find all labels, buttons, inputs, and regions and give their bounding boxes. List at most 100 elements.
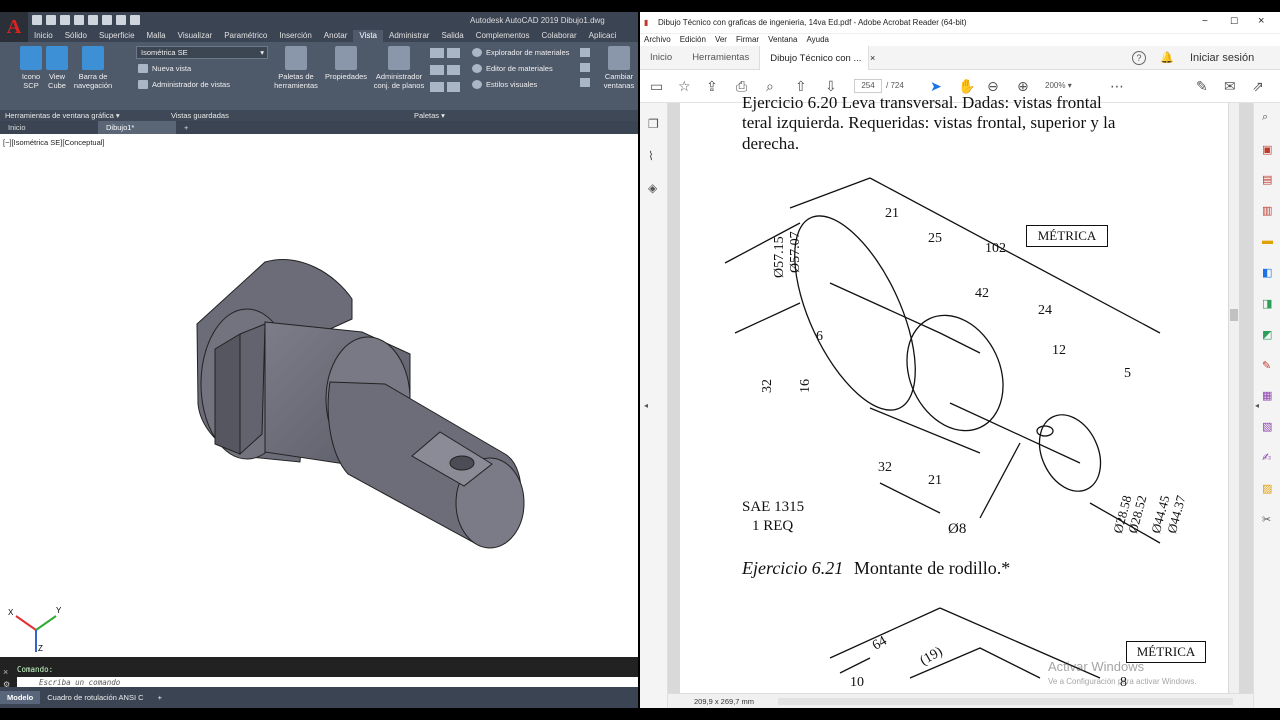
view-select-dropdown[interactable]: Isométrica SE ▾ bbox=[136, 46, 268, 59]
explorador-materiales-button[interactable]: Explorador de materiales bbox=[472, 48, 569, 57]
zoom-in-icon[interactable]: ⊕ bbox=[1017, 79, 1029, 93]
paletas-panel-label[interactable]: Paletas ▾ bbox=[414, 111, 445, 120]
collapse-left-icon[interactable]: ◂ bbox=[644, 401, 648, 410]
ribbon-tab-parametrico[interactable]: Paramétrico bbox=[218, 30, 273, 42]
autocad-logo-icon[interactable]: A bbox=[0, 12, 28, 42]
propiedades-button[interactable]: Propiedades bbox=[323, 46, 369, 81]
upload-icon[interactable]: ⇪ bbox=[706, 79, 718, 93]
sign-pen-icon[interactable]: ✎ bbox=[1196, 79, 1208, 93]
palette-icon-3[interactable] bbox=[430, 65, 444, 75]
admin-vistas-button[interactable]: Administrador de vistas bbox=[138, 80, 230, 89]
menu-archivo[interactable]: Archivo bbox=[644, 34, 671, 46]
add-layout-button[interactable]: + bbox=[151, 691, 169, 704]
zoom-search-icon[interactable]: ⌕ bbox=[766, 79, 774, 93]
redo-icon[interactable] bbox=[116, 15, 126, 25]
material-icon-3[interactable] bbox=[580, 78, 590, 87]
page-number-input[interactable]: 254 bbox=[854, 79, 882, 93]
ribbon-tab-salida[interactable]: Salida bbox=[435, 30, 469, 42]
drawing-viewport[interactable]: [−][Isométrica SE][Conceptual] X Y Z bbox=[0, 134, 638, 657]
collapse-right-icon[interactable]: ◂ bbox=[1255, 401, 1259, 410]
compress-icon[interactable]: ◩ bbox=[1262, 328, 1272, 341]
hand-tool-icon[interactable]: ✋ bbox=[958, 79, 975, 93]
nav-bar-button[interactable]: Barra de navegación bbox=[72, 46, 114, 90]
next-page-icon[interactable]: ⇩ bbox=[825, 79, 837, 93]
cambiar-ventanas-button[interactable]: Cambiar ventanas bbox=[600, 46, 638, 90]
layout-tab-cuadro[interactable]: Cuadro de rotulación ANSI C bbox=[40, 691, 150, 704]
menu-ayuda[interactable]: Ayuda bbox=[806, 34, 829, 46]
organize-pages-icon[interactable]: ◨ bbox=[1262, 297, 1272, 310]
ribbon-tab-complementos[interactable]: Complementos bbox=[470, 30, 536, 42]
new-file-icon[interactable] bbox=[32, 15, 42, 25]
share-icon[interactable]: ⇗ bbox=[1252, 79, 1264, 93]
menu-edicion[interactable]: Edición bbox=[680, 34, 706, 46]
acro-tab-herramientas[interactable]: Herramientas bbox=[682, 46, 759, 70]
star-icon[interactable]: ☆ bbox=[678, 79, 691, 93]
sign-in-button[interactable]: Iniciar sesión bbox=[1190, 52, 1254, 64]
qat-dropdown-icon[interactable] bbox=[130, 15, 140, 25]
save-icon[interactable] bbox=[60, 15, 70, 25]
scrollbar-thumb[interactable] bbox=[1230, 309, 1238, 321]
protect-icon[interactable]: ▦ bbox=[1262, 389, 1272, 402]
fill-sign-icon[interactable]: ▧ bbox=[1262, 420, 1272, 433]
maximize-icon[interactable]: ☐ bbox=[1230, 16, 1238, 27]
signature-icon[interactable]: ✍ bbox=[1262, 451, 1271, 464]
edit-pdf-icon[interactable]: ✎ bbox=[1262, 359, 1271, 372]
estilos-visuales-button[interactable]: Estilos visuales bbox=[472, 80, 537, 89]
palette-icon-5[interactable] bbox=[430, 82, 444, 92]
more-tools-icon[interactable]: ⋯ bbox=[1110, 79, 1124, 93]
palette-icon-1[interactable] bbox=[430, 48, 444, 58]
ribbon-tab-administrar[interactable]: Administrar bbox=[383, 30, 435, 42]
ribbon-tab-malla[interactable]: Malla bbox=[141, 30, 172, 42]
help-icon[interactable]: ? bbox=[1132, 51, 1146, 65]
palette-icon-2[interactable] bbox=[446, 48, 460, 58]
translate-icon[interactable]: ◧ bbox=[1262, 266, 1272, 279]
ribbon-tab-insercion[interactable]: Inserción bbox=[273, 30, 317, 42]
menu-ventana[interactable]: Ventana bbox=[768, 34, 797, 46]
select-cursor-icon[interactable]: ➤ bbox=[930, 79, 942, 93]
vertical-scrollbar[interactable] bbox=[1229, 103, 1239, 693]
comment-icon[interactable]: ▬ bbox=[1262, 235, 1273, 247]
admin-planos-button[interactable]: Administrador conj. de planos bbox=[371, 46, 427, 90]
save-as-icon[interactable] bbox=[74, 15, 84, 25]
menu-firmar[interactable]: Firmar bbox=[736, 34, 759, 46]
material-icon-1[interactable] bbox=[580, 48, 590, 57]
new-tab-button[interactable]: + bbox=[176, 121, 196, 134]
palette-icon-4[interactable] bbox=[446, 65, 460, 75]
search-icon[interactable]: ⌕ bbox=[1262, 111, 1268, 124]
nueva-vista-button[interactable]: Nueva vista bbox=[138, 64, 191, 73]
editor-materiales-button[interactable]: Editor de materiales bbox=[472, 64, 553, 73]
ribbon-tab-aplicaciones[interactable]: Aplicaci bbox=[583, 30, 623, 42]
menu-ver[interactable]: Ver bbox=[715, 34, 727, 46]
bell-icon[interactable]: 🔔 bbox=[1160, 51, 1174, 64]
undo-icon[interactable] bbox=[102, 15, 112, 25]
icono-scp-button[interactable]: Icono SCP bbox=[18, 46, 44, 90]
create-pdf-icon[interactable]: ▣ bbox=[1262, 143, 1272, 156]
print-icon[interactable]: ⎙ bbox=[736, 79, 747, 93]
layers-icon[interactable]: ◈ bbox=[648, 181, 657, 195]
email-icon[interactable]: ✉ bbox=[1224, 79, 1236, 93]
more-tools-wrench-icon[interactable]: ✂ bbox=[1262, 513, 1271, 526]
palette-icon-6[interactable] bbox=[446, 82, 460, 92]
horizontal-scrollbar[interactable] bbox=[778, 698, 1233, 705]
ribbon-tab-solido[interactable]: Sólido bbox=[59, 30, 93, 42]
doc-tab-inicio[interactable]: Inicio bbox=[0, 121, 98, 134]
ribbon-tab-vista[interactable]: Vista bbox=[353, 30, 383, 42]
ribbon-tab-superficie[interactable]: Superficie bbox=[93, 30, 141, 42]
view-cube-button[interactable]: View Cube bbox=[45, 46, 69, 90]
doc-tab-dibujo1[interactable]: Dibujo1* bbox=[98, 121, 176, 134]
ribbon-tab-colaborar[interactable]: Colaborar bbox=[536, 30, 583, 42]
attachment-icon[interactable]: ⌇ bbox=[648, 149, 654, 163]
close-icon[interactable]: × bbox=[3, 667, 8, 677]
acro-tab-inicio[interactable]: Inicio bbox=[640, 46, 682, 70]
combine-files-icon[interactable]: ▤ bbox=[1262, 173, 1272, 186]
open-file-icon[interactable] bbox=[46, 15, 56, 25]
export-pdf-icon[interactable]: ▥ bbox=[1262, 204, 1272, 217]
ribbon-tab-inicio[interactable]: Inicio bbox=[28, 30, 59, 42]
document-area[interactable]: Ejercicio 6.20 Leva transversal. Dadas: … bbox=[668, 93, 1253, 693]
herramientas-panel-label[interactable]: Herramientas de ventana gráfica ▾ bbox=[5, 111, 120, 120]
plot-icon[interactable] bbox=[88, 15, 98, 25]
paletas-herramientas-button[interactable]: Paletas de herramientas bbox=[272, 46, 320, 90]
close-window-icon[interactable]: × bbox=[1258, 15, 1264, 27]
zoom-select[interactable]: 200% ▾ bbox=[1045, 79, 1089, 93]
stamp-icon[interactable]: ▨ bbox=[1262, 482, 1272, 495]
